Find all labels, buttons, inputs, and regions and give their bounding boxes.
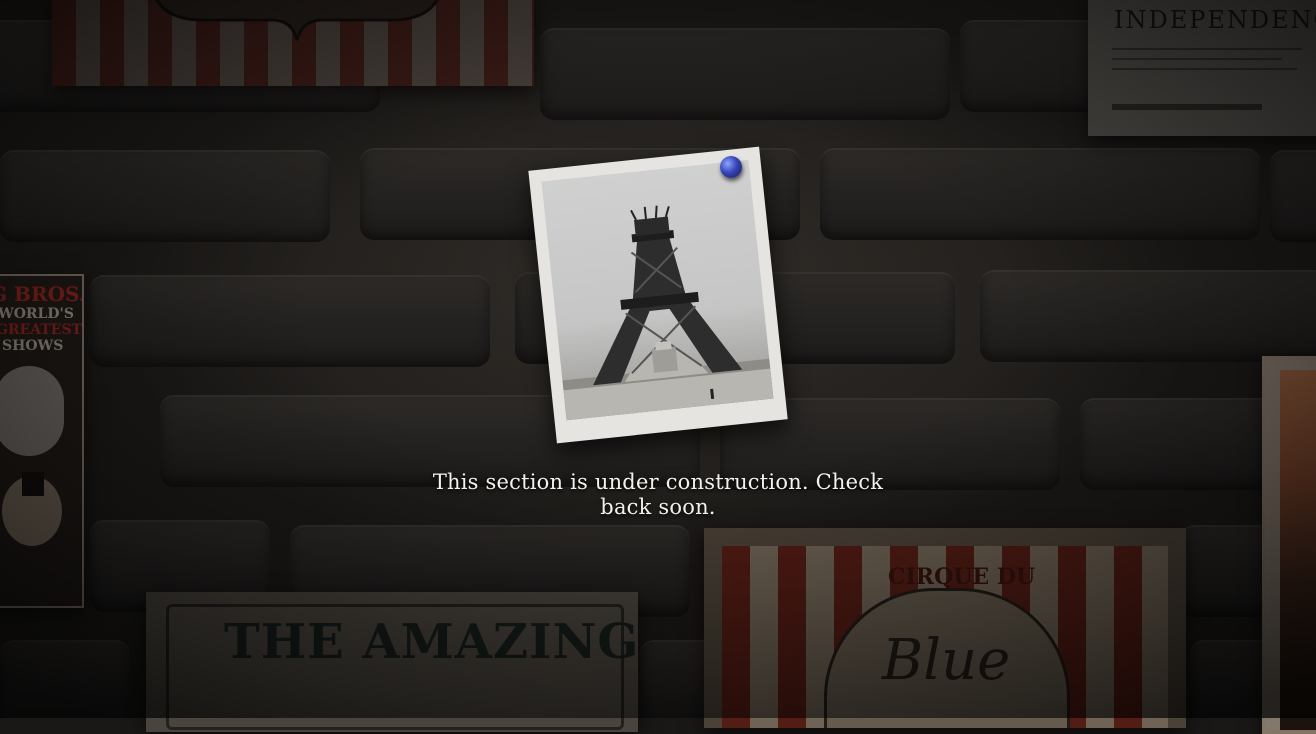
eiffel-tower-photo bbox=[541, 159, 774, 421]
cirque-du-poster: CIRQUE DU Blue bbox=[704, 528, 1186, 728]
brick bbox=[1270, 150, 1316, 242]
brick bbox=[90, 275, 490, 367]
brick bbox=[0, 640, 130, 718]
under-construction-message: This section is under construction. Chec… bbox=[432, 470, 884, 519]
pushpin-icon bbox=[720, 156, 742, 178]
independence-poster: INDEPENDENC bbox=[1088, 0, 1316, 136]
brick bbox=[980, 270, 1316, 362]
eiffel-tower-polaroid bbox=[528, 146, 788, 444]
right-edge-poster bbox=[1262, 356, 1316, 734]
circus-bros-poster: G BROS. WORLD'S GREATEST SHOWS bbox=[0, 274, 84, 608]
circus-poster-top-left bbox=[52, 0, 534, 86]
brick bbox=[0, 150, 330, 242]
the-amazing-poster: THE AMAZING bbox=[146, 592, 638, 732]
eiffel-tower-icon bbox=[562, 205, 774, 421]
brick bbox=[820, 148, 1260, 240]
brick bbox=[540, 28, 950, 120]
